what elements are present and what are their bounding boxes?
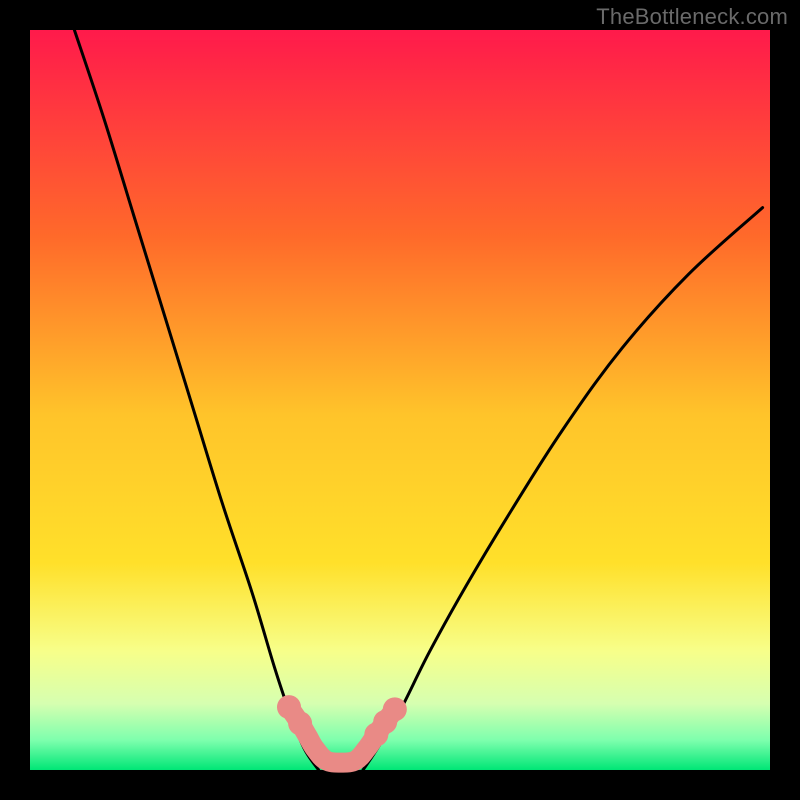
valley-marker-right-2 [383,697,407,721]
valley-marker-left-1 [288,711,312,735]
watermark-label: TheBottleneck.com [596,4,788,30]
plot-background [30,30,770,770]
chart-svg [0,0,800,800]
chart-frame: TheBottleneck.com [0,0,800,800]
